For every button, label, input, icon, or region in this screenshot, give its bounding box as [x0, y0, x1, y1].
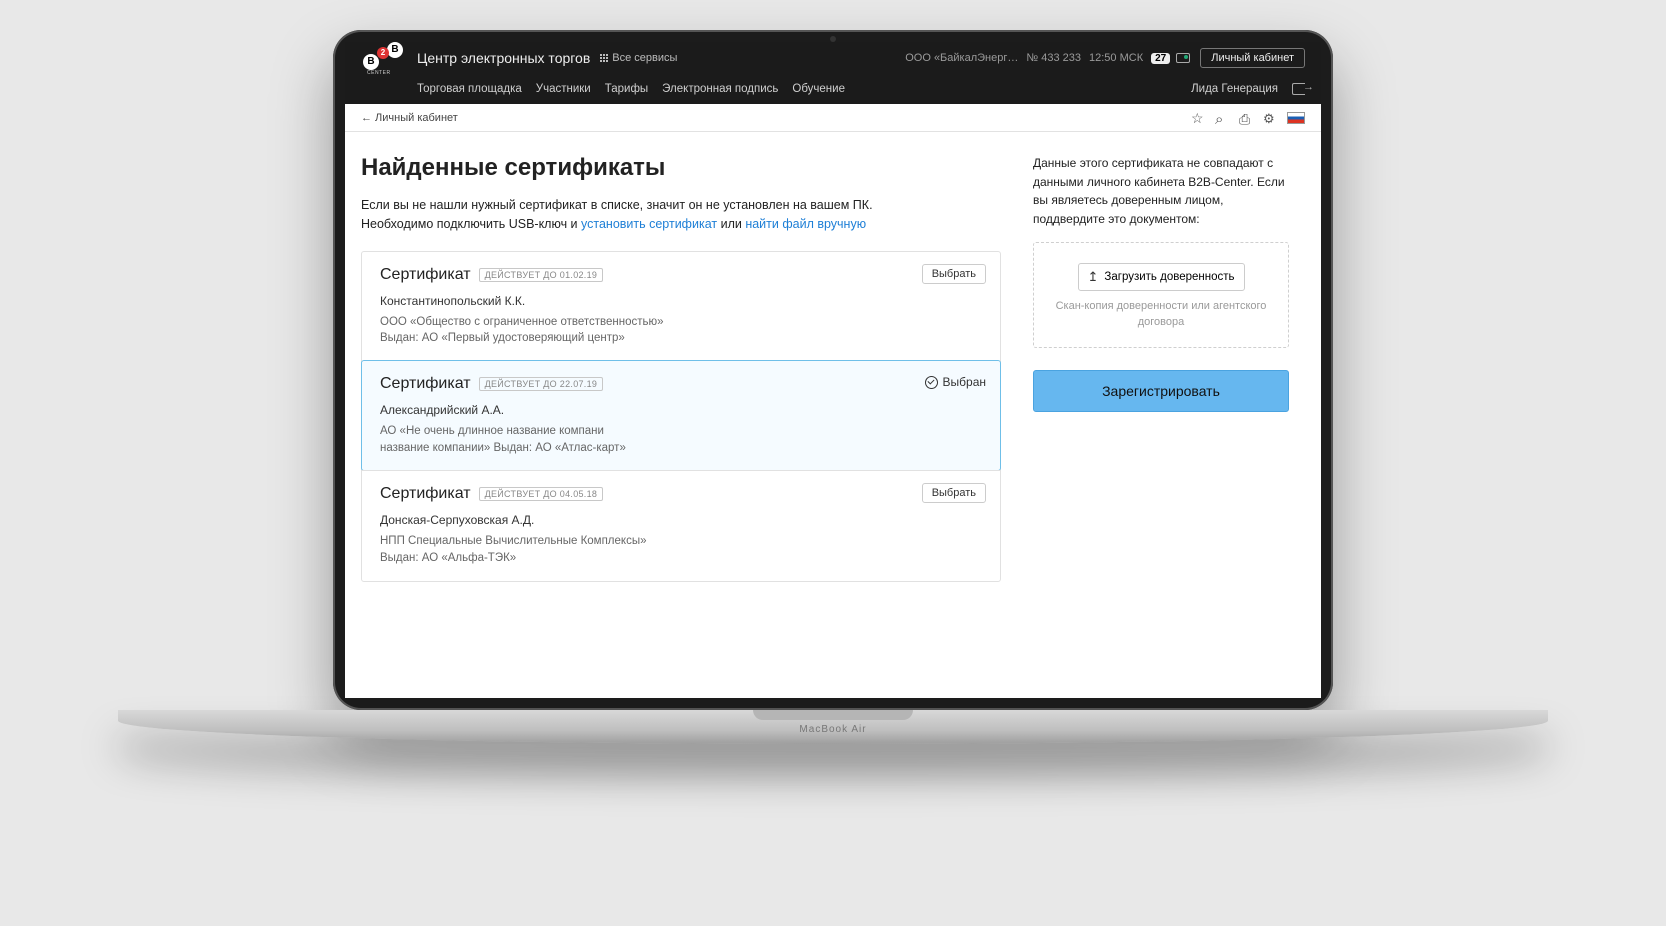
b2b-center-logo[interactable]: В В 2 CENTER	[361, 42, 407, 74]
nav-tariffs[interactable]: Тарифы	[605, 83, 648, 95]
print-icon[interactable]	[1239, 111, 1253, 125]
notifications-badge[interactable]: 27	[1151, 53, 1170, 64]
mismatch-notice: Данные этого сертификата не совпадают с …	[1033, 154, 1289, 228]
upload-hint: Скан-копия доверенности или агентского д…	[1046, 299, 1276, 331]
cert-org: АО «Не очень длинное название компани	[380, 423, 982, 440]
upload-button[interactable]: Загрузить доверенность	[1078, 263, 1245, 291]
company-name[interactable]: ООО «БайкалЭнерг…	[905, 52, 1018, 64]
user-name[interactable]: Лида Генерация	[1191, 83, 1278, 95]
cert-validity-badge: ДЕЙСТВУЕТ ДО 04.05.18	[479, 487, 604, 501]
certificate-list: Сертификат ДЕЙСТВУЕТ ДО 01.02.19 Констан…	[361, 251, 1001, 582]
nav-esignature[interactable]: Электронная подпись	[662, 83, 778, 95]
cert-title: Сертификат	[380, 375, 471, 393]
messages-icon[interactable]	[1176, 53, 1190, 63]
camera-dot	[830, 36, 836, 42]
cert-validity-badge: ДЕЙСТВУЕТ ДО 22.07.19	[479, 377, 604, 391]
app-screen: В В 2 CENTER Центр электронных торгов Вс…	[345, 42, 1321, 698]
nav-participants[interactable]: Участники	[536, 83, 591, 95]
cert-title: Сертификат	[380, 266, 471, 284]
install-cert-link[interactable]: установить сертификат	[581, 217, 717, 231]
select-button[interactable]: Выбрать	[922, 264, 986, 284]
certificate-item[interactable]: Сертификат ДЕЙСТВУЕТ ДО 01.02.19 Констан…	[362, 252, 1000, 361]
breadcrumb-back[interactable]: ← Личный кабинет	[361, 112, 458, 124]
top-header: В В 2 CENTER Центр электронных торгов Вс…	[345, 42, 1321, 104]
cert-owner: Константинопольский К.К.	[380, 294, 982, 308]
cert-org: ООО «Общество с ограниченное ответственн…	[380, 314, 982, 331]
upload-icon	[1088, 269, 1099, 285]
selected-indicator: Выбран	[925, 375, 986, 389]
brand-title: Центр электронных торгов	[417, 50, 590, 66]
device-label: MacBook Air	[118, 724, 1548, 735]
nav-marketplace[interactable]: Торговая площадка	[417, 83, 522, 95]
sub-toolbar: ← Личный кабинет	[345, 104, 1321, 132]
logout-icon[interactable]	[1292, 83, 1305, 95]
cert-validity-badge: ДЕЙСТВУЕТ ДО 01.02.19	[479, 268, 604, 282]
cert-owner: Александрийский А.А.	[380, 403, 982, 417]
all-services-link[interactable]: Все сервисы	[600, 52, 677, 64]
cert-issuer: Выдан: АО «Альфа-ТЭК»	[380, 550, 982, 567]
cert-issuer: название компании» Выдан: АО «Атлас-карт…	[380, 440, 982, 457]
cert-owner: Донская-Серпуховская А.Д.	[380, 513, 982, 527]
intro-text: Если вы не нашли нужный сертификат в спи…	[361, 196, 1001, 235]
cabinet-button[interactable]: Личный кабинет	[1200, 48, 1305, 68]
laptop-base: MacBook Air	[118, 710, 1548, 744]
cert-org: НПП Специальные Вычислительные Комплексы…	[380, 533, 982, 550]
star-icon[interactable]	[1191, 111, 1205, 125]
grid-icon	[600, 54, 608, 62]
check-icon	[925, 376, 938, 389]
cert-issuer: Выдан: АО «Первый удостоверяющий центр»	[380, 330, 982, 347]
gear-icon[interactable]	[1263, 111, 1277, 125]
search-icon[interactable]	[1215, 111, 1229, 125]
find-file-link[interactable]: найти файл вручную	[745, 217, 866, 231]
language-flag-ru[interactable]	[1287, 112, 1305, 124]
select-button[interactable]: Выбрать	[922, 483, 986, 503]
cert-title: Сертификат	[380, 485, 471, 503]
upload-dropzone[interactable]: Загрузить доверенность Скан-копия довере…	[1033, 242, 1289, 348]
account-number: № 433 233	[1026, 52, 1081, 64]
certificate-item[interactable]: Сертификат ДЕЙСТВУЕТ ДО 04.05.18 Донская…	[362, 470, 1000, 580]
page-title: Найденные сертификаты	[361, 154, 1001, 182]
clock: 12:50 МСК	[1089, 52, 1143, 64]
nav-training[interactable]: Обучение	[792, 83, 845, 95]
certificate-item-selected[interactable]: Сертификат ДЕЙСТВУЕТ ДО 22.07.19 Алексан…	[361, 360, 1001, 471]
register-button[interactable]: Зарегистрировать	[1033, 370, 1289, 412]
